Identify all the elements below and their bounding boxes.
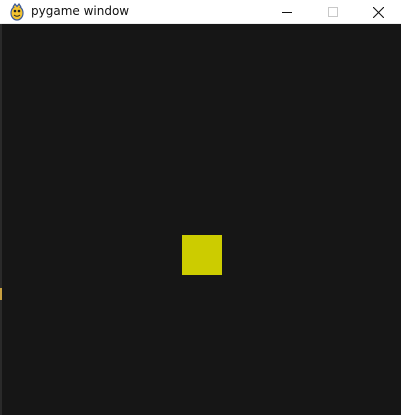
minimize-icon bbox=[282, 7, 292, 17]
close-icon bbox=[372, 6, 384, 18]
window-left-edge bbox=[0, 24, 2, 415]
title-bar[interactable]: pygame window bbox=[0, 0, 401, 24]
window-title: pygame window bbox=[31, 4, 130, 18]
maximize-button[interactable] bbox=[310, 0, 356, 24]
game-canvas[interactable] bbox=[0, 24, 401, 415]
maximize-icon bbox=[328, 7, 338, 17]
close-button[interactable] bbox=[355, 0, 401, 24]
pygame-snake-icon bbox=[8, 2, 26, 21]
minimize-button[interactable] bbox=[264, 0, 310, 24]
pygame-window: pygame window bbox=[0, 0, 401, 415]
player-square bbox=[182, 235, 222, 275]
edge-highlight bbox=[0, 288, 2, 300]
